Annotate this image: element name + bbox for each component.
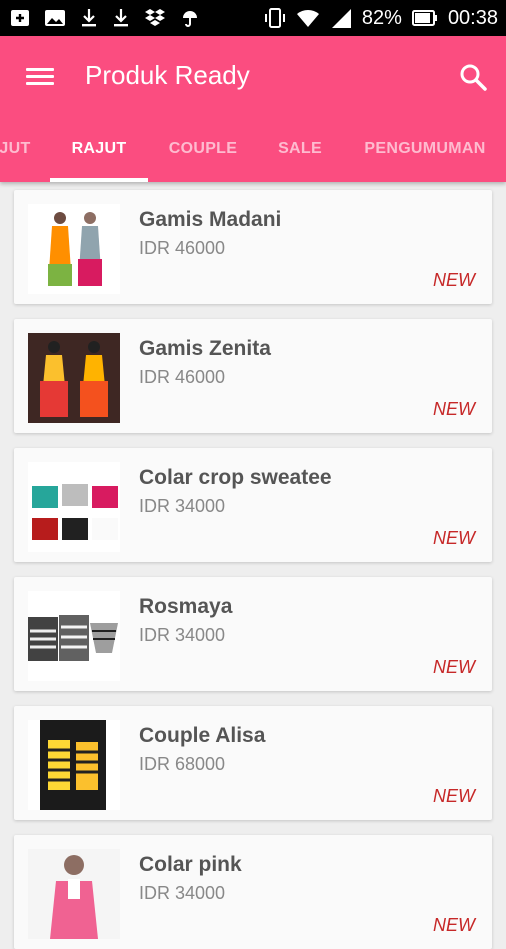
product-image xyxy=(28,849,120,939)
tab-pengumuman[interactable]: PENGUMUMAN xyxy=(358,132,492,182)
status-bar: 82% 00:38 xyxy=(0,0,506,36)
product-price: IDR 34000 xyxy=(139,625,226,645)
new-badge: NEW xyxy=(433,915,475,935)
cast-icon xyxy=(10,9,30,27)
product-name: Rosmaya xyxy=(139,595,233,618)
product-price: IDR 46000 xyxy=(139,367,226,387)
product-card[interactable]: Gamis Madani IDR 46000 NEW xyxy=(14,190,492,304)
product-price: IDR 34000 xyxy=(139,496,226,516)
product-image xyxy=(28,333,120,423)
product-card[interactable]: Colar pink IDR 34000 NEW xyxy=(14,835,492,949)
new-badge: NEW xyxy=(433,399,475,419)
tab-sale[interactable]: SALE xyxy=(266,132,334,182)
tab-rajut-partial[interactable]: JUT xyxy=(0,132,40,182)
tab-rajut[interactable]: RAJUT xyxy=(50,132,148,182)
product-card[interactable]: Rosmaya IDR 34000 NEW xyxy=(14,577,492,691)
app-bar: Produk Ready JUT RAJUT COUPLE SALE PENGU… xyxy=(0,36,506,182)
product-image xyxy=(28,720,120,810)
tab-couple[interactable]: COUPLE xyxy=(160,132,246,182)
search-icon[interactable] xyxy=(458,62,488,92)
new-badge: NEW xyxy=(433,270,475,290)
product-name: Colar pink xyxy=(139,853,242,876)
product-image xyxy=(28,204,120,294)
new-badge: NEW xyxy=(433,786,475,806)
category-tabs: JUT RAJUT COUPLE SALE PENGUMUMAN xyxy=(0,132,506,182)
product-name: Couple Alisa xyxy=(139,724,266,747)
product-card[interactable]: Colar crop sweatee IDR 34000 NEW xyxy=(14,448,492,562)
vibrate-icon xyxy=(264,7,286,29)
product-card[interactable]: Gamis Zenita IDR 46000 NEW xyxy=(14,319,492,433)
weather-icon xyxy=(180,8,200,28)
product-price: IDR 46000 xyxy=(139,238,226,258)
product-price: IDR 68000 xyxy=(139,754,226,774)
product-name: Colar crop sweatee xyxy=(139,466,332,489)
battery-icon xyxy=(411,10,438,26)
product-card[interactable]: Couple Alisa IDR 68000 NEW xyxy=(14,706,492,820)
dropbox-icon xyxy=(144,8,166,28)
new-badge: NEW xyxy=(433,528,475,548)
new-badge: NEW xyxy=(433,657,475,677)
product-image xyxy=(28,591,120,681)
download-icon xyxy=(112,8,130,28)
image-icon xyxy=(44,9,66,27)
hamburger-menu-icon[interactable] xyxy=(26,64,54,88)
wifi-icon xyxy=(296,8,320,28)
signal-icon xyxy=(330,8,352,28)
battery-percent: 82% xyxy=(361,6,402,29)
page-title: Produk Ready xyxy=(85,60,250,90)
product-price: IDR 34000 xyxy=(139,883,226,903)
product-name: Gamis Zenita xyxy=(139,337,271,360)
clock: 00:38 xyxy=(447,6,498,29)
product-image xyxy=(28,462,120,552)
download-icon xyxy=(80,8,98,28)
product-name: Gamis Madani xyxy=(139,208,282,231)
